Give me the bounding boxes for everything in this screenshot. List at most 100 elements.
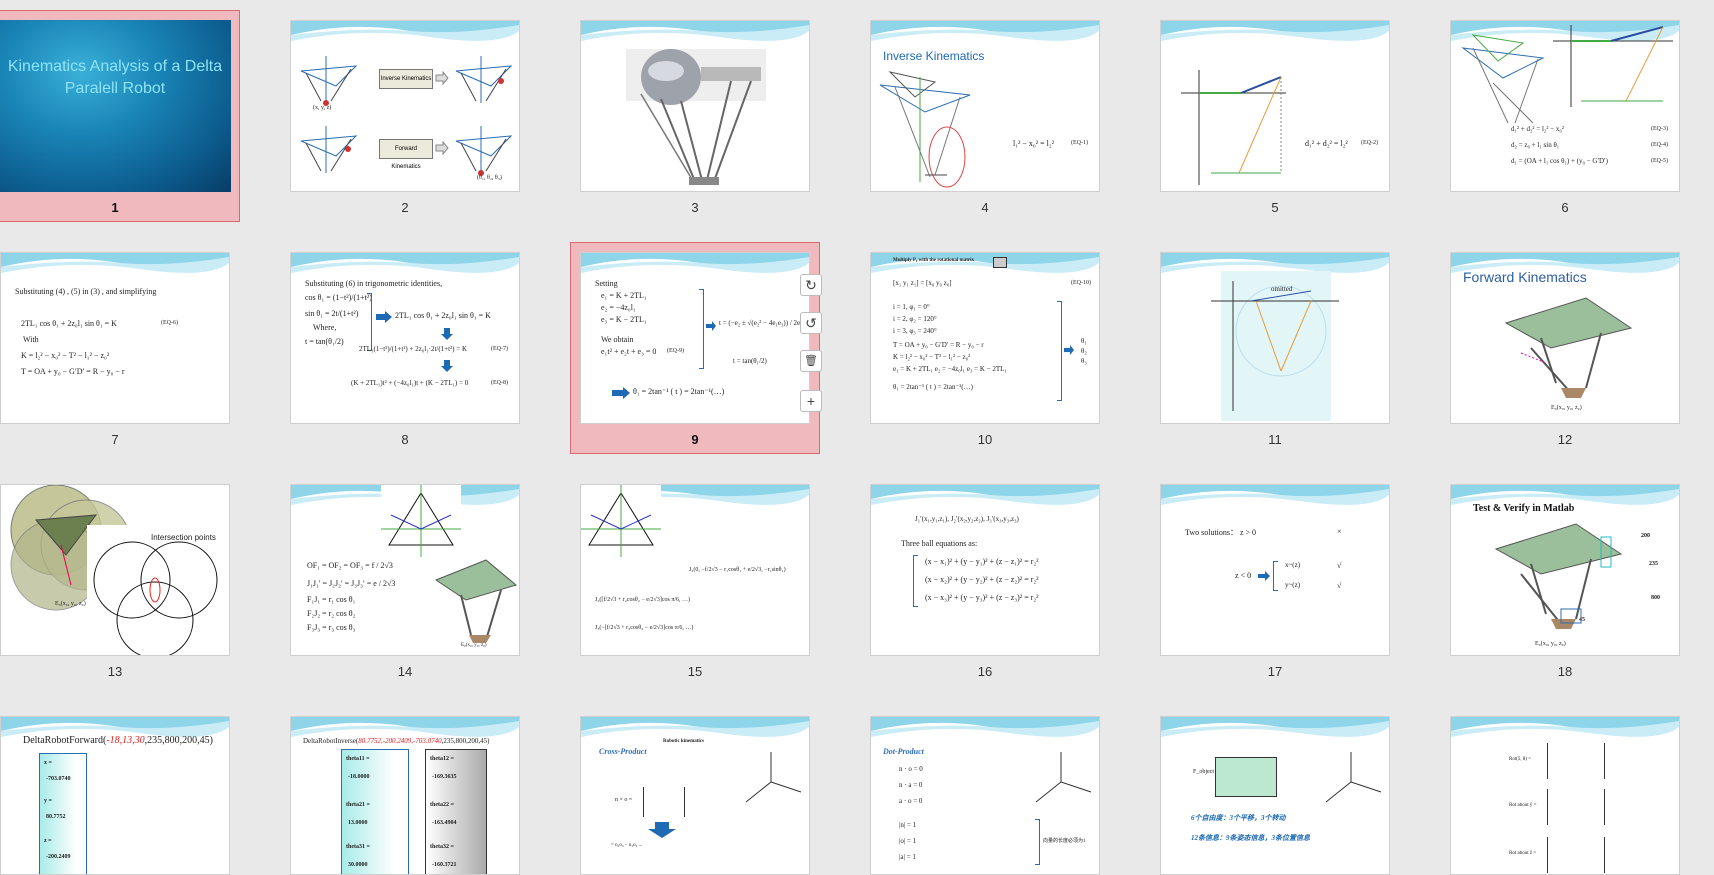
slide-thumbnail-18[interactable]: Test & Verify in Matlab 200 235 800 45 E… bbox=[1450, 484, 1680, 656]
slide-thumbnail-15[interactable]: J₁(0, −f/2√3 − r₁cosθ₁ + e/2√3, −r₁sinθ₁… bbox=[580, 484, 810, 656]
slide-title: Inverse Kinematics bbox=[883, 49, 985, 63]
slide-number: 17 bbox=[1267, 664, 1283, 679]
equation: T = OA + y₀ − G′D′ = R − y₀ − r bbox=[21, 367, 125, 376]
delta-robot-photo bbox=[626, 49, 766, 185]
slide-thumbnail-4[interactable]: Inverse Kinematics l₁² − x₀² = l₂² (EQ-1… bbox=[870, 20, 1100, 192]
equation-tag: (EQ-9) bbox=[667, 348, 684, 354]
result-value: -163.4904 bbox=[432, 820, 457, 826]
equation: 2TL₁ cos θ₁ + 2z₀l₁ sin θ₁ = K bbox=[395, 311, 491, 320]
check-mark: √ bbox=[1337, 561, 1342, 570]
equation: F₁J₁ = r₁ cos θ₁ bbox=[307, 595, 356, 604]
output-theta: θ₂ bbox=[1081, 347, 1087, 355]
equation: 2TL₁ cos θ₁ + 2z₀l₁ sin θ₁ = K bbox=[21, 319, 117, 328]
case-line: i = 3, φ₃ = 240° bbox=[893, 327, 937, 335]
add-button[interactable]: + bbox=[800, 390, 822, 412]
slide-thumbnail-14[interactable]: OF₁ = OF₂ = OF₃ = f / 2√3 J₁J₁′ = J₂J₂′ … bbox=[290, 484, 520, 656]
equation-3: d₁ = (OA + l₁ cos θ₁) + (y₀ − G′D′) bbox=[1511, 157, 1608, 165]
slide-number: 1 bbox=[111, 200, 119, 215]
slide-thumbnail-13[interactable]: E₀(x₀, y₀, z₀) Intersection points bbox=[0, 484, 230, 656]
result-label: theta22 = bbox=[430, 802, 454, 808]
slide-number: 4 bbox=[981, 200, 989, 215]
equation: 2TL₁(1−t²)/(1+t²) + 2z₀l₁·2t/(1+t²) = K bbox=[359, 345, 468, 353]
rotate-cw-button[interactable]: ↻ bbox=[800, 274, 822, 296]
equation: (K + 2TL₁)t² + (−4z₀l₁)t + (K − 2TL₁) = … bbox=[351, 379, 469, 387]
equation: θ₁ = 2tan⁻¹ ( t ) = 2tan⁻¹(…) bbox=[893, 383, 973, 391]
kinematic-diagram bbox=[879, 71, 971, 188]
function-call: DeltaRobotForward(-18,13,30,235,800,200,… bbox=[23, 735, 213, 746]
slide-thumbnail-2[interactable]: (x, y, z) Inverse Kinematics Forward Kin… bbox=[290, 20, 520, 192]
function-name: DeltaRobotInverse( bbox=[303, 737, 359, 745]
equation: J₁(0, −f/2√3 − r₁cosθ₁ + e/2√3, −r₁sinθ₁… bbox=[689, 567, 786, 573]
note: 向量的长度必须为1 bbox=[1043, 839, 1086, 844]
result-label: theta12 = bbox=[430, 756, 454, 762]
slide-thumbnail-21[interactable]: Robotic kinematics Cross-Product n × o =… bbox=[580, 716, 810, 875]
check-mark: √ bbox=[1337, 581, 1342, 590]
slide-thumbnail-6[interactable]: d₁² + d₂² = l₂² − x₀² (EQ-3) d₂ = z₀ + l… bbox=[1450, 20, 1680, 192]
equation: T = OA + y₀ − G′D′ = R − y₀ − r bbox=[893, 341, 984, 349]
rotate-ccw-button[interactable]: ↺ bbox=[800, 312, 822, 334]
coord-label: (x, y, z) bbox=[313, 105, 332, 111]
robot-diagram-left-bottom bbox=[300, 126, 358, 173]
slide-thumbnail-8[interactable]: Substituting (6) in trigonometric identi… bbox=[290, 252, 520, 424]
function-name: DeltaRobotForward( bbox=[23, 735, 107, 746]
point-label: E₀(x₀, y₀, z₀) bbox=[55, 601, 86, 607]
rotation-matrix bbox=[1547, 789, 1605, 825]
equation: e₁ = K + 2TL₁ e₂ = −4z₀l₁ e₃ = K − 2TL₁ bbox=[893, 365, 1007, 373]
slide-number: 8 bbox=[401, 432, 409, 447]
header-wave bbox=[291, 253, 519, 273]
header-wave bbox=[291, 21, 519, 41]
check-mark: × bbox=[1337, 527, 1342, 536]
slide-thumbnail-22[interactable]: Dot-Product n · o = 0 n · a = 0 a · o = … bbox=[870, 716, 1100, 875]
slide-thumbnail-1[interactable]: Kinematics Analysis of a Delta Paralell … bbox=[0, 20, 231, 192]
equation: t = tan(θ₁/2) bbox=[733, 357, 767, 365]
header-text: Robotic kinematics bbox=[663, 739, 704, 744]
rotation-label: Rot(x̂, θ) = bbox=[1509, 757, 1532, 762]
equation: (x − x₁)² + (y − y₁)² + (z − z₁)² = r₂² bbox=[925, 557, 1039, 566]
slide-thumbnail-16[interactable]: J₁′(x₁,y₁,z₁), J₂′(x₂,y₂,z₂), J₃′(x₃,y₃,… bbox=[870, 484, 1100, 656]
slide-thumbnail-17[interactable]: Two solutions： z > 0 × z < 0 x~(z) y~(z)… bbox=[1160, 484, 1390, 656]
slide-title: Test & Verify in Matlab bbox=[1473, 503, 1575, 514]
slide-number: 9 bbox=[691, 432, 699, 447]
dimension-label: 45 bbox=[1579, 617, 1585, 623]
slide-number: 3 bbox=[691, 200, 699, 215]
slide-thumbnail-12[interactable]: Forward Kinematics E₀(x₀, y₀, z₀) bbox=[1450, 252, 1680, 424]
equation: F₃J₃ = r₃ cos θ₃ bbox=[307, 623, 356, 632]
equation-tag: (EQ-7) bbox=[491, 346, 508, 352]
slide-thumbnail-20[interactable]: DeltaRobotInverse(80.7752,-200.2409,-703… bbox=[290, 716, 520, 875]
slide-thumbnail-11[interactable]: omitted bbox=[1160, 252, 1390, 424]
slide-thumbnail-10[interactable]: Multiply P₀ with the rotational matrix [… bbox=[870, 252, 1100, 424]
slide-thumbnail-24[interactable]: Rot(x̂, θ) = Rot about ŷ = Rot about ẑ = bbox=[1450, 716, 1680, 875]
slide-thumbnail-9[interactable]: Setting e₁ = K + 2TL₁ e₂ = −4z₀l₁ e₃ = K… bbox=[580, 252, 810, 424]
equation: (x − x₃)² + (y − y₃)² + (z − z₃)² = r₂² bbox=[925, 593, 1039, 602]
delete-button[interactable]: 🗑 bbox=[800, 350, 822, 372]
equation: OF₁ = OF₂ = OF₃ = f / 2√3 bbox=[307, 561, 393, 570]
slide-title: Kinematics Analysis of a Delta Paralell … bbox=[7, 58, 223, 97]
result-value: 80.7752 bbox=[46, 814, 66, 820]
text-line: y~(z) bbox=[1285, 581, 1301, 589]
axes-diagram bbox=[1325, 752, 1382, 803]
equation: t = (−e₂ ± √(e₂² − 4e₁e₃)) / 2e₁ bbox=[719, 319, 803, 327]
header-wave bbox=[1161, 717, 1389, 737]
header-wave bbox=[871, 717, 1099, 737]
arrow-right-icon bbox=[376, 311, 392, 323]
slide-thumbnail-5[interactable]: d₁² + d₂² = l₂² (EQ-2) bbox=[1160, 20, 1390, 192]
point-label: E₀(x₀, y₀, z₀) bbox=[461, 643, 487, 648]
slide-number: 15 bbox=[687, 664, 703, 679]
text-line: 12条信息：9条姿态信息，3条位置信息 bbox=[1191, 834, 1310, 842]
result-value: 13.0000 bbox=[348, 820, 368, 826]
geometry-diagram bbox=[1553, 25, 1673, 107]
slide-thumbnail-7[interactable]: Substituting (4) , (5) in (3) , and simp… bbox=[0, 252, 230, 424]
matrix bbox=[643, 787, 685, 817]
equation: l₁² − x₀² = l₂² bbox=[1013, 139, 1055, 148]
equation: J₃(−[f/2√3 + r₃cosθ₃ − e/2√3]cos π/6, …) bbox=[595, 625, 694, 631]
rotation-label: Rot about ẑ = bbox=[1509, 851, 1537, 856]
slide-thumbnail-3[interactable] bbox=[580, 20, 810, 192]
function-args-highlight: 80.7752,-200.2409,-703.0740 bbox=[358, 737, 442, 745]
output-theta: θ₃ bbox=[1081, 357, 1087, 365]
slide-number: 13 bbox=[107, 664, 123, 679]
slide-thumbnail-19[interactable]: DeltaRobotForward(-18,13,30,235,800,200,… bbox=[0, 716, 230, 875]
angles-label: (θ₁, θ₂, θ₃) bbox=[477, 175, 502, 181]
equation: F₂J₂ = r₂ cos θ₂ bbox=[307, 609, 356, 618]
robot-diagram-left-top bbox=[300, 56, 358, 106]
slide-thumbnail-23[interactable]: F_object = 6个自由度：3个平移，3个转动 12条信息：9条姿态信息，… bbox=[1160, 716, 1390, 875]
